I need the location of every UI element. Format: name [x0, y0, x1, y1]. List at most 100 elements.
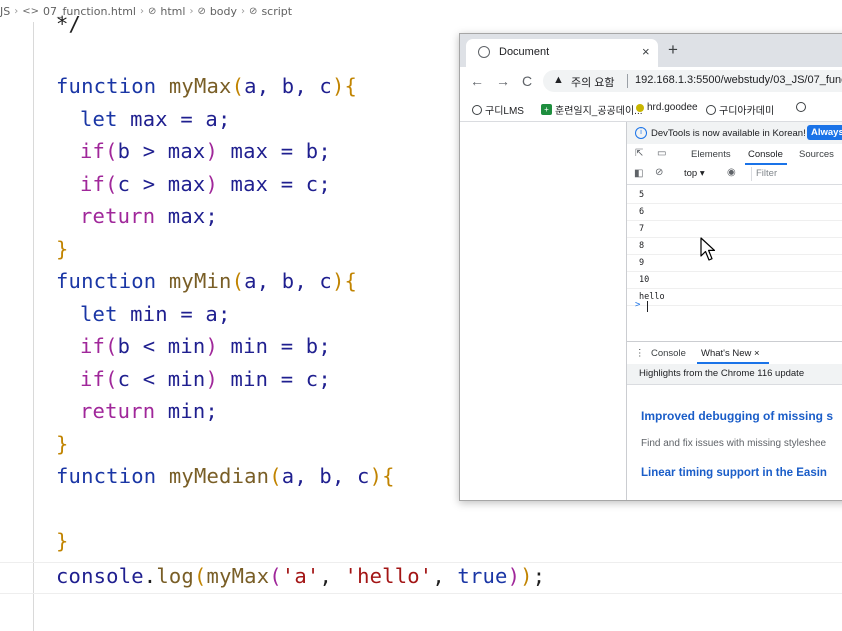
code-line[interactable]: console.log(myMax('a', 'hello', true));	[56, 560, 545, 592]
element-icon: ⊘	[197, 5, 206, 17]
breadcrumb-item-html[interactable]: html	[160, 5, 185, 18]
code-line[interactable]: }	[56, 525, 69, 557]
sidebar-toggle-icon[interactable]: ◧	[634, 168, 643, 179]
statement: min = a;	[117, 302, 231, 326]
close-icon[interactable]: ×	[642, 44, 650, 59]
filter-input[interactable]: Filter	[751, 167, 842, 181]
html-file-icon: <>	[22, 5, 39, 17]
keyword: if	[80, 367, 106, 391]
code-line[interactable]: function myMax(a, b, c){	[56, 70, 357, 102]
tab-console[interactable]: Console	[748, 149, 783, 160]
identifier: console	[56, 564, 144, 588]
browser-tab[interactable]: Document ×	[466, 39, 658, 67]
console-message: 10	[627, 272, 842, 289]
devtools-tabs: ⇱ ▭ Elements Console Sources	[627, 144, 842, 166]
statement: max = c;	[217, 172, 331, 196]
keyword: function	[56, 74, 157, 98]
console-message: 9	[627, 255, 842, 272]
whats-new-header: Highlights from the Chrome 116 update	[627, 364, 842, 385]
code-line[interactable]: }	[56, 428, 69, 460]
bookmark-label: 구디LMS	[485, 106, 524, 117]
bookmark-item[interactable]: hrd.goodee	[636, 102, 698, 113]
string-literal: 'hello'	[344, 564, 433, 588]
statement: max;	[155, 204, 218, 228]
back-icon[interactable]: ←	[470, 73, 484, 89]
chevron-right-icon: ›	[189, 5, 194, 17]
console-message: hello	[627, 289, 842, 306]
device-toolbar-icon[interactable]: ▭	[657, 148, 666, 159]
tab-title: Document	[499, 46, 550, 58]
forward-icon[interactable]: →	[496, 73, 510, 89]
method-name: log	[156, 564, 194, 588]
page-viewport[interactable]	[460, 122, 625, 500]
keyword: function	[56, 269, 157, 293]
drawer-tabs: ⋮ Console What's New ×	[627, 341, 842, 365]
url-input[interactable]: ▲ 주의 요함 192.168.1.3:5500/webstudy/03_JS/…	[543, 70, 842, 92]
drawer-tab-console[interactable]: Console	[651, 348, 686, 359]
code-line[interactable]: */	[56, 8, 81, 40]
code-line[interactable]: if(b < min) min = b;	[80, 330, 331, 362]
function-name: myMedian	[168, 464, 270, 488]
close-icon[interactable]: ×	[754, 348, 760, 359]
condition: b > max	[117, 139, 206, 163]
comment-end: */	[56, 12, 82, 36]
statement: min = b;	[217, 334, 331, 358]
element-icon: ⊘	[147, 5, 157, 17]
whats-new-link[interactable]: Linear timing support in the Easin	[641, 467, 827, 479]
console-toolbar: ◧ ⊘ top ▾ ◉ Filter	[627, 165, 842, 185]
code-line[interactable]: function myMin(a, b, c){	[56, 265, 357, 297]
address-bar: ← → C ▲ 주의 요함 192.168.1.3:5500/webstudy/…	[460, 67, 842, 95]
inspect-icon[interactable]: ⇱	[635, 148, 643, 159]
tab-sources[interactable]: Sources	[799, 149, 834, 160]
breadcrumb-item-folder[interactable]: JS	[0, 5, 10, 18]
code-line[interactable]: }	[56, 233, 69, 265]
keyword: let	[80, 107, 118, 131]
code-line[interactable]: function myMedian(a, b, c){	[56, 460, 395, 492]
whats-new-description: Find and fix issues with missing stylesh…	[641, 438, 827, 449]
clear-console-icon[interactable]: ⊘	[655, 167, 663, 178]
whats-new-link[interactable]: Improved debugging of missing s	[641, 409, 833, 423]
always-button[interactable]: Always	[807, 125, 842, 140]
bookmark-label: hrd.goodee	[647, 102, 698, 113]
green-square-icon: +	[541, 104, 552, 115]
warning-icon[interactable]: ▲	[553, 74, 564, 86]
security-label[interactable]: 주의 요함	[571, 74, 615, 90]
condition: c < min	[117, 367, 206, 391]
breadcrumb-item-body[interactable]: body	[210, 5, 237, 18]
statement: max = b;	[217, 139, 331, 163]
bookmark-item[interactable]: + 훈련일지_공공데이...	[541, 102, 643, 117]
bookmark-item[interactable]: 구디LMS	[472, 102, 524, 117]
keyword: return	[80, 204, 156, 228]
boolean-literal: true	[457, 564, 508, 588]
breadcrumb-item-script[interactable]: script	[261, 5, 292, 18]
code-line[interactable]: return max;	[80, 200, 218, 232]
globe-icon[interactable]	[796, 102, 806, 112]
condition: b < min	[117, 334, 206, 358]
chevron-right-icon: ›	[139, 5, 144, 17]
code-line[interactable]: if(b > max) max = b;	[80, 135, 331, 167]
devtools-notice: i DevTools is now available in Korean! A…	[627, 122, 842, 145]
eye-icon[interactable]: ◉	[727, 167, 736, 178]
context-select[interactable]: top ▾	[684, 168, 705, 179]
function-name: myMin	[168, 269, 232, 293]
console-input[interactable]	[647, 301, 648, 312]
url-text: 192.168.1.3:5500/webstudy/03_JS/07_func	[635, 74, 842, 86]
devtools-panel[interactable]: i DevTools is now available in Korean! A…	[626, 122, 842, 500]
console-message: 6	[627, 204, 842, 221]
tab-elements[interactable]: Elements	[691, 149, 731, 160]
tab-bar: Document × +	[460, 34, 842, 67]
mouse-cursor-icon	[700, 237, 716, 261]
code-line[interactable]: if(c < min) min = c;	[80, 363, 331, 395]
bookmark-item[interactable]: 구디아카데미	[706, 102, 774, 117]
browser-window[interactable]: Document × + ← → C ▲ 주의 요함 192.168.1.3:5…	[459, 33, 842, 501]
code-line[interactable]: return min;	[80, 395, 218, 427]
code-line[interactable]: let max = a;	[80, 103, 231, 135]
code-line[interactable]: if(c > max) max = c;	[80, 168, 331, 200]
drawer-menu-icon[interactable]: ⋮	[635, 348, 645, 359]
code-line[interactable]: let min = a;	[80, 298, 231, 330]
condition: c > max	[117, 172, 206, 196]
new-tab-icon[interactable]: +	[668, 40, 678, 60]
reload-icon[interactable]: C	[522, 73, 532, 89]
brace: }	[56, 529, 69, 553]
drawer-tab-whats-new[interactable]: What's New ×	[701, 348, 760, 359]
